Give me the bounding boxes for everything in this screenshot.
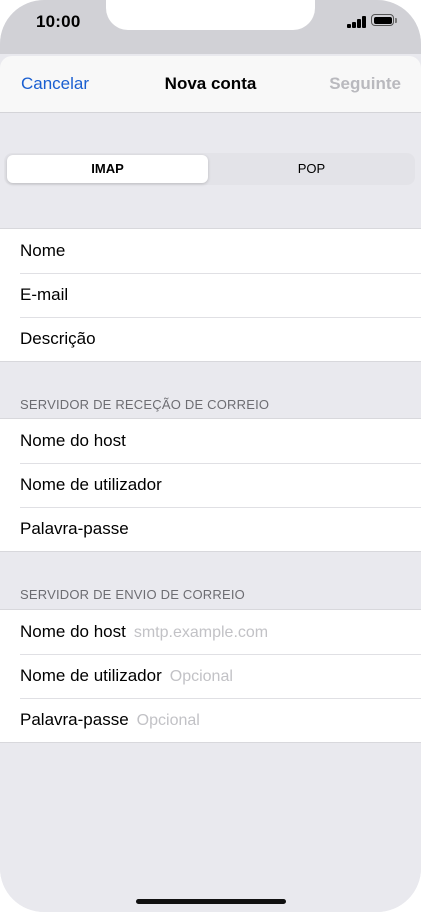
battery-full-icon <box>371 14 394 26</box>
incoming-host-field[interactable]: Nome do host <box>0 419 421 463</box>
next-button[interactable]: Seguinte <box>329 74 401 94</box>
outgoing-username-placeholder: Opcional <box>169 668 233 685</box>
incoming-server-header: SERVIDOR DE RECEÇÃO DE CORREIO <box>20 397 270 412</box>
incoming-username-field[interactable]: Nome de utilizador <box>0 463 421 507</box>
outgoing-host-placeholder: smtp.example.com <box>133 624 269 641</box>
description-field[interactable]: Descrição <box>0 317 421 361</box>
name-label: Nome <box>20 241 66 260</box>
notch <box>106 0 315 30</box>
segment-pop[interactable]: POP <box>211 155 412 183</box>
outgoing-password-placeholder: Opcional <box>136 712 200 729</box>
outgoing-password-field[interactable]: Palavra-passe Opcional <box>0 698 421 742</box>
battery-tip <box>395 18 397 23</box>
outgoing-username-label: Nome de utilizador <box>20 666 162 685</box>
outgoing-password-label: Palavra-passe <box>20 710 129 729</box>
outgoing-username-field[interactable]: Nome de utilizador Opcional <box>0 654 421 698</box>
navigation-bar: Cancelar Nova conta Seguinte <box>0 56 421 113</box>
outgoing-host-field[interactable]: Nome do host smtp.example.com <box>0 610 421 654</box>
email-label: E-mail <box>20 285 69 304</box>
status-time: 10:00 <box>36 12 81 31</box>
incoming-password-field[interactable]: Palavra-passe <box>0 507 421 551</box>
incoming-server-group: Nome do host Nome de utilizador Palavra-… <box>0 418 421 552</box>
outgoing-server-group: Nome do host smtp.example.com Nome de uti… <box>0 609 421 743</box>
incoming-password-label: Palavra-passe <box>20 519 129 538</box>
account-details-group: Nome E-mail Descrição <box>0 228 421 362</box>
incoming-host-label: Nome do host <box>20 431 126 450</box>
outgoing-host-label: Nome do host <box>20 622 126 641</box>
status-bar: 10:00 <box>0 0 421 54</box>
home-indicator[interactable] <box>136 899 286 904</box>
phone-screen: 10:00 Cancelar Nova conta Seguinte IMAP … <box>0 0 421 912</box>
outgoing-server-header: SERVIDOR DE ENVIO DE CORREIO <box>20 587 245 602</box>
description-label: Descrição <box>20 329 96 348</box>
segment-imap[interactable]: IMAP <box>7 155 208 183</box>
signal-bars-icon <box>347 15 367 28</box>
email-field[interactable]: E-mail <box>0 273 421 317</box>
protocol-segmented-control: IMAP POP <box>4 153 415 185</box>
new-account-sheet: Cancelar Nova conta Seguinte IMAP POP No… <box>0 56 421 912</box>
incoming-username-label: Nome de utilizador <box>20 475 162 494</box>
name-field[interactable]: Nome <box>0 229 421 273</box>
